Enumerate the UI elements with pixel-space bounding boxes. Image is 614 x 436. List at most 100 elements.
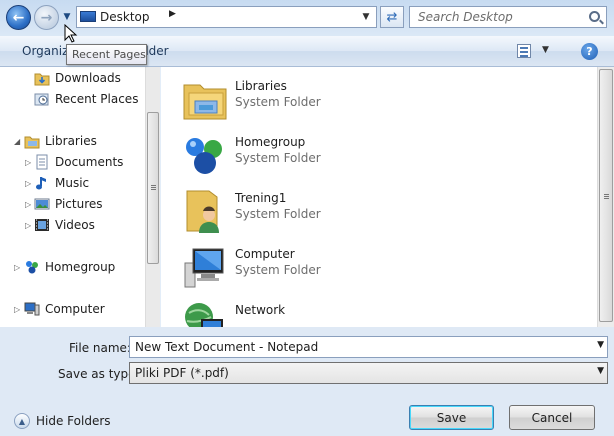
sidebar-item-recent-places[interactable]: Recent Places: [34, 89, 138, 109]
cancel-button[interactable]: Cancel: [509, 405, 595, 430]
save-form: File name: New Text Document - Notepad ▼…: [0, 327, 614, 436]
list-item[interactable]: Libraries System Folder: [181, 75, 481, 125]
search-input[interactable]: Search Desktop: [409, 6, 607, 28]
libraries-icon: [181, 75, 229, 123]
sidebar-item-computer[interactable]: Computer: [24, 299, 105, 319]
forward-button[interactable]: →: [34, 5, 59, 30]
desktop-icon: [80, 11, 96, 22]
sidebar-item-label: Recent Places: [55, 92, 139, 106]
refresh-button[interactable]: ⇄: [380, 6, 404, 28]
collapse-arrow-icon[interactable]: ▷: [25, 158, 31, 167]
scrollbar-thumb[interactable]: [599, 69, 613, 322]
navigation-pane: Downloads Recent Places ◢ Libraries ▷ Do…: [0, 67, 145, 327]
sidebar-item-libraries[interactable]: Libraries: [24, 131, 97, 151]
collapse-arrow-icon[interactable]: ▷: [25, 200, 31, 209]
sidebar-item-label: Videos: [55, 218, 95, 232]
scroll-grip-icon: [151, 185, 156, 186]
collapse-arrow-icon[interactable]: ▷: [14, 263, 20, 272]
search-icon: [589, 11, 600, 22]
address-row: ← → ▼ Desktop ▶ ▼ ⇄ Search Desktop: [0, 0, 614, 36]
sidebar-item-label: Libraries: [45, 134, 97, 148]
back-arrow-icon: ←: [12, 9, 25, 26]
recent-pages-dropdown[interactable]: ▼: [61, 10, 73, 24]
filename-dropdown-icon[interactable]: ▼: [597, 340, 604, 350]
file-type: System Folder: [235, 151, 321, 165]
sidebar-item-label: Music: [55, 176, 90, 190]
collapse-arrow-icon[interactable]: ▷: [14, 305, 20, 314]
address-dropdown-icon[interactable]: ▼: [358, 8, 374, 26]
computer-icon: [24, 301, 40, 317]
mouse-cursor-icon: [64, 24, 78, 43]
breadcrumb-desktop[interactable]: Desktop: [100, 10, 150, 24]
savetype-label: Save as type:: [58, 367, 140, 381]
savetype-select[interactable]: Pliki PDF (*.pdf) ▼: [129, 362, 608, 384]
filename-input[interactable]: New Text Document - Notepad ▼: [129, 336, 608, 358]
homegroup-icon: [181, 131, 229, 179]
scroll-grip-icon: [604, 196, 609, 197]
filename-value: New Text Document - Notepad: [135, 340, 319, 354]
sidebar-item-downloads[interactable]: Downloads: [34, 68, 121, 88]
file-name: Computer: [235, 247, 295, 261]
pictures-icon: [34, 196, 50, 212]
recent-pages-tooltip: Recent Pages: [66, 44, 147, 65]
user-folder-icon: [181, 187, 229, 235]
documents-icon: [34, 154, 50, 170]
scroll-grip-icon: [604, 198, 609, 199]
sidebar-item-label: Computer: [45, 302, 105, 316]
filename-label: File name:: [69, 341, 131, 355]
sidebar-item-label: Homegroup: [45, 260, 116, 274]
scroll-grip-icon: [604, 194, 609, 195]
file-list-scrollbar[interactable]: [597, 67, 614, 327]
list-item[interactable]: Trening1 System Folder: [181, 187, 481, 237]
view-icon[interactable]: [517, 44, 531, 58]
breadcrumb-arrow-icon[interactable]: ▶: [169, 9, 176, 19]
back-button[interactable]: ←: [6, 5, 31, 30]
list-item[interactable]: Computer System Folder: [181, 243, 481, 293]
music-icon: [34, 175, 50, 191]
view-dropdown-icon[interactable]: ▼: [542, 45, 549, 55]
navigation-scrollbar[interactable]: [145, 67, 160, 327]
sidebar-item-label: Downloads: [55, 71, 121, 85]
network-icon: [181, 299, 229, 327]
save-button[interactable]: Save: [409, 405, 494, 430]
scroll-grip-icon: [151, 189, 156, 190]
file-name: Network: [235, 303, 286, 317]
downloads-folder-icon: [34, 70, 50, 86]
forward-arrow-icon: →: [40, 9, 53, 26]
sidebar-item-music[interactable]: Music: [34, 173, 89, 193]
hide-folders-button[interactable]: ▲ Hide Folders: [14, 413, 111, 429]
hide-folders-label: Hide Folders: [36, 414, 111, 428]
sidebar-item-label: Documents: [55, 155, 124, 169]
collapse-arrow-icon[interactable]: ▷: [25, 221, 31, 230]
sidebar-item-documents[interactable]: Documents: [34, 152, 123, 172]
refresh-icon: ⇄: [386, 9, 398, 25]
libraries-icon: [24, 133, 40, 149]
file-type: System Folder: [235, 263, 321, 277]
sidebar-item-videos[interactable]: Videos: [34, 215, 95, 235]
computer-icon: [181, 243, 229, 291]
file-name: Homegroup: [235, 135, 306, 149]
recent-places-icon: [34, 91, 50, 107]
scrollbar-thumb[interactable]: [147, 112, 159, 264]
scroll-grip-icon: [151, 187, 156, 188]
address-bar[interactable]: Desktop ▶ ▼: [76, 6, 377, 28]
help-icon[interactable]: ?: [581, 43, 598, 60]
list-item[interactable]: Homegroup System Folder: [181, 131, 481, 181]
file-type: System Folder: [235, 207, 321, 221]
sidebar-item-pictures[interactable]: Pictures: [34, 194, 103, 214]
homegroup-icon: [24, 259, 40, 275]
chevron-up-icon: ▲: [14, 413, 30, 429]
file-name: Trening1: [235, 191, 287, 205]
search-placeholder: Search Desktop: [418, 10, 513, 24]
save-dialog: ← → ▼ Desktop ▶ ▼ ⇄ Search Desktop Organ…: [0, 0, 614, 436]
savetype-value: Pliki PDF (*.pdf): [135, 366, 229, 380]
collapse-arrow-icon[interactable]: ▷: [25, 179, 31, 188]
sidebar-item-label: Pictures: [55, 197, 103, 211]
videos-icon: [34, 217, 50, 233]
sidebar-item-homegroup[interactable]: Homegroup: [24, 257, 115, 277]
list-item[interactable]: Network: [181, 299, 481, 327]
file-name: Libraries: [235, 79, 287, 93]
expand-arrow-icon[interactable]: ◢: [14, 137, 20, 146]
savetype-dropdown-icon[interactable]: ▼: [597, 366, 604, 376]
file-list: Libraries System Folder Homegroup System…: [161, 67, 597, 327]
